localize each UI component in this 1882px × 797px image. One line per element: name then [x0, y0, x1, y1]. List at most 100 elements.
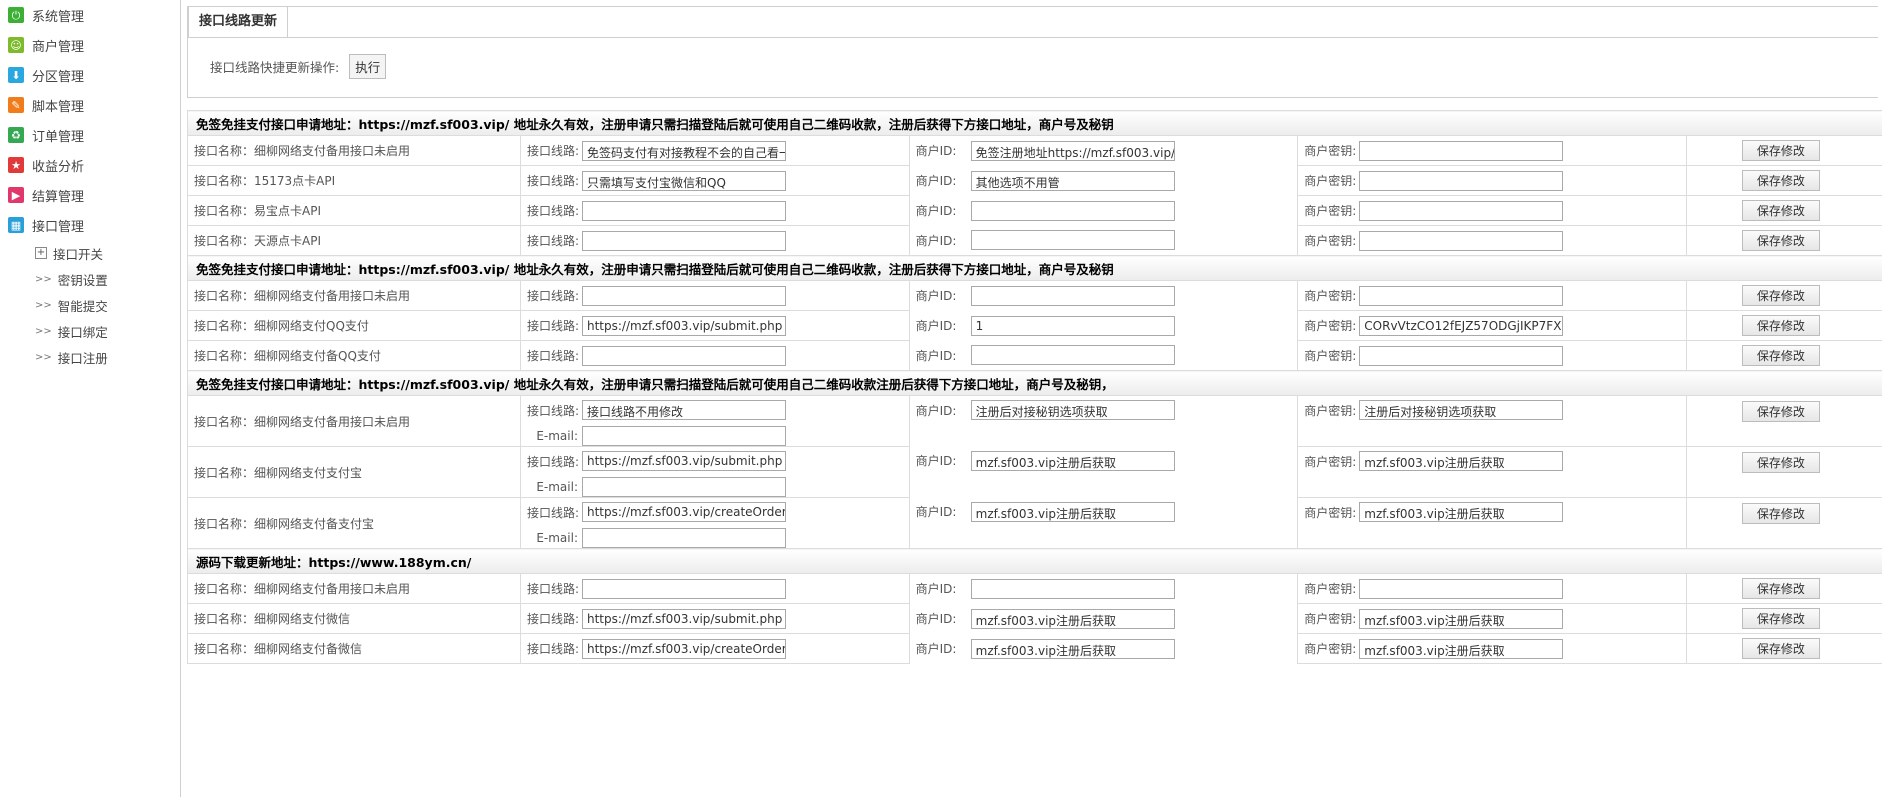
merchant-id-field[interactable]: 免签注册地址https://mzf.sf003.vip/: [970, 140, 1175, 161]
line-cell: 接口线路: https://mzf.sf003.vip/createOrder E-…: [520, 497, 910, 549]
line-label: 接口线路:: [527, 174, 580, 188]
line-cell: 接口线路:: [520, 340, 910, 371]
line-field[interactable]: 接口线路不用修改: [582, 400, 786, 420]
merchant-id-field[interactable]: mzf.sf003.vip注册后获取: [970, 450, 1175, 471]
arrow-icon: >>: [35, 351, 52, 363]
sidebar-item-7[interactable]: ▦ 接口管理: [0, 210, 180, 240]
line-label: 接口线路:: [527, 642, 580, 656]
save-button[interactable]: 保存修改: [1741, 503, 1820, 524]
merchant-id-field[interactable]: mzf.sf003.vip注册后获取: [970, 608, 1175, 629]
line-cell: 接口线路: 只需填写支付宝微信和QQ: [520, 165, 910, 196]
save-button[interactable]: 保存修改: [1741, 140, 1820, 161]
merchant-id-cell: 商户ID: 其他选项不用管: [908, 165, 1299, 196]
sidebar-item-1[interactable]: ☺ 商户管理: [0, 30, 180, 60]
save-button[interactable]: 保存修改: [1741, 608, 1820, 629]
line-field[interactable]: [582, 345, 786, 366]
save-button[interactable]: 保存修改: [1741, 452, 1820, 473]
save-button[interactable]: 保存修改: [1741, 285, 1820, 306]
line-field[interactable]: https://mzf.sf003.vip/createOrder: [582, 502, 786, 522]
sidebar-item-label: 结算管理: [32, 189, 85, 205]
merchant-id-field[interactable]: [970, 230, 1175, 251]
sidebar-subitem-0[interactable]: + 接口开关: [0, 240, 180, 266]
sidebar-subitem-1[interactable]: >> 密钥设置: [0, 266, 180, 292]
merchant-key-field[interactable]: [1359, 345, 1564, 366]
star-icon: ★: [8, 157, 24, 173]
merchant-id-field[interactable]: [970, 345, 1175, 366]
line-label: 接口线路:: [527, 234, 580, 248]
sidebar-item-5[interactable]: ★ 收益分析: [0, 150, 180, 180]
sidebar-item-4[interactable]: ♻ 订单管理: [0, 120, 180, 150]
line-field[interactable]: [582, 230, 786, 251]
merchant-id-field[interactable]: 注册后对接秘钥选项获取: [970, 400, 1175, 420]
table-row: 接口名称：细柳网络支付微信 接口线路: https://mzf.sf003.vip/…: [187, 603, 1882, 634]
save-cell: 保存修改: [1685, 310, 1882, 341]
merchant-key-field[interactable]: [1359, 170, 1564, 191]
merchant-id-cell: 商户ID:: [908, 225, 1299, 256]
line-field[interactable]: [582, 200, 786, 221]
interface-name: 接口名称：天源点卡API: [187, 225, 521, 256]
merchant-id-cell: 商户ID: mzf.sf003.vip注册后获取: [908, 497, 1299, 549]
sidebar-subitem-4[interactable]: >> 接口注册: [0, 344, 180, 370]
email-field[interactable]: [582, 528, 786, 548]
sidebar-subitem-2[interactable]: >> 智能提交: [0, 292, 180, 318]
email-field[interactable]: [582, 477, 786, 497]
sidebar-item-0[interactable]: ⏻ 系统管理: [0, 0, 180, 30]
merchant-key-field[interactable]: [1359, 140, 1564, 161]
save-button[interactable]: 保存修改: [1741, 401, 1820, 422]
line-field[interactable]: https://mzf.sf003.vip/createOrder: [582, 638, 786, 659]
merchant-id-field[interactable]: mzf.sf003.vip注册后获取: [970, 501, 1175, 522]
line-label: 接口线路:: [527, 144, 580, 158]
merchant-key-field[interactable]: 注册后对接秘钥选项获取: [1359, 400, 1564, 420]
merchant-key-field[interactable]: [1359, 230, 1564, 251]
merchant-key-field[interactable]: mzf.sf003.vip注册后获取: [1359, 638, 1564, 659]
line-field[interactable]: https://mzf.sf003.vip/submit.php: [582, 608, 786, 629]
tab-interface-update[interactable]: 接口线路更新: [188, 6, 289, 38]
merchant-id-field[interactable]: [970, 200, 1175, 221]
sidebar-item-2[interactable]: ⬇ 分区管理: [0, 60, 180, 90]
merchant-key-field[interactable]: mzf.sf003.vip注册后获取: [1359, 451, 1564, 471]
line-field[interactable]: https://mzf.sf003.vip/submit.php: [582, 451, 786, 471]
merchant-id-field[interactable]: [970, 578, 1175, 599]
sidebar: ⏻ 系统管理 ☺ 商户管理 ⬇ 分区管理 ✎ 脚本管理 ♻ 订单管理 ★ 收益分析 ▶ 结算管理 ▦ 接口管理…: [0, 0, 181, 797]
line-label: 接口线路:: [527, 204, 580, 218]
line-label: 接口线路:: [527, 319, 580, 333]
table-row: 接口名称：天源点卡API 接口线路: 商户ID: 商户密钥: 保存修改: [187, 225, 1882, 256]
line-field[interactable]: [582, 578, 786, 599]
line-label: 接口线路:: [527, 582, 580, 596]
sidebar-menu: ⏻ 系统管理 ☺ 商户管理 ⬇ 分区管理 ✎ 脚本管理 ♻ 订单管理 ★ 收益分析 ▶ 结算管理 ▦ 接口管理: [0, 0, 180, 240]
line-field[interactable]: 免签码支付有对接教程不会的自己看一下: [582, 140, 786, 161]
merchant-id-field[interactable]: 1: [970, 315, 1175, 336]
merchant-key-field[interactable]: mzf.sf003.vip注册后获取: [1359, 502, 1564, 522]
line-label: 接口线路:: [527, 403, 580, 418]
execute-button[interactable]: 执行: [349, 54, 387, 79]
line-field[interactable]: 只需填写支付宝微信和QQ: [582, 170, 786, 191]
merchant-id-label: 商户ID:: [915, 319, 957, 333]
merchant-id-field[interactable]: mzf.sf003.vip注册后获取: [970, 638, 1175, 659]
merchant-key-field[interactable]: [1359, 285, 1564, 306]
line-field[interactable]: https://mzf.sf003.vip/submit.php: [582, 315, 786, 336]
save-button[interactable]: 保存修改: [1741, 345, 1820, 366]
merchant-key-field[interactable]: [1359, 578, 1564, 599]
email-field[interactable]: [582, 426, 786, 446]
save-cell: 保存修改: [1685, 497, 1882, 549]
merchant-id-field[interactable]: [970, 285, 1175, 306]
line-cell: 接口线路:: [520, 195, 910, 226]
save-button[interactable]: 保存修改: [1741, 578, 1820, 599]
save-button[interactable]: 保存修改: [1741, 638, 1820, 659]
line-field[interactable]: [582, 285, 786, 306]
save-button[interactable]: 保存修改: [1741, 200, 1820, 221]
merchant-key-field[interactable]: mzf.sf003.vip注册后获取: [1359, 608, 1564, 629]
merchant-id-field[interactable]: 其他选项不用管: [970, 170, 1175, 191]
sidebar-item-3[interactable]: ✎ 脚本管理: [0, 90, 180, 120]
merchant-key-field[interactable]: CORvVtzCO12fEJZ57ODGjIKP7FXkl: [1359, 315, 1564, 336]
sidebar-subitem-3[interactable]: >> 接口绑定: [0, 318, 180, 344]
save-button[interactable]: 保存修改: [1741, 230, 1820, 251]
interface-name: 接口名称：细柳网络支付备用接口未启用: [187, 280, 521, 311]
section-header-row: 源码下载更新地址：https://www.188ym.cn/: [187, 548, 1882, 574]
save-button[interactable]: 保存修改: [1741, 170, 1820, 191]
tab-divider: [188, 37, 1878, 38]
merchant-id-cell: 商户ID: mzf.sf003.vip注册后获取: [908, 446, 1299, 498]
merchant-key-field[interactable]: [1359, 200, 1564, 221]
save-button[interactable]: 保存修改: [1741, 315, 1820, 336]
sidebar-item-6[interactable]: ▶ 结算管理: [0, 180, 180, 210]
